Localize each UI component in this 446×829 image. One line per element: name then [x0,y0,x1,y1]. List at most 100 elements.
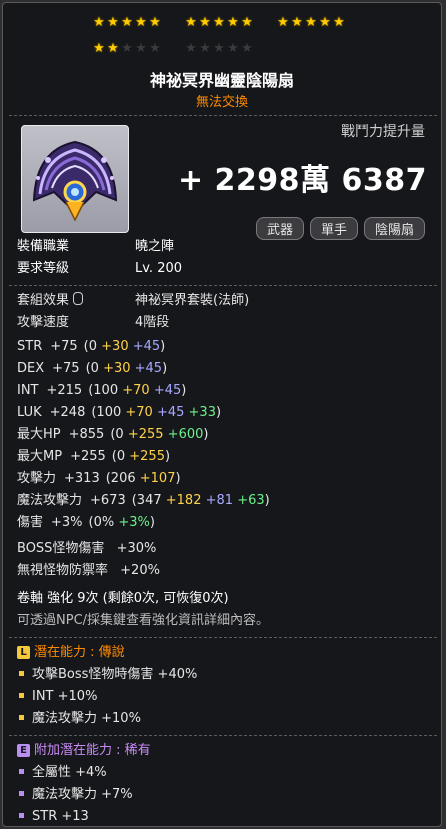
item-name: 神祕冥界幽靈陰陽扇 [149,71,294,90]
ignore-def-row: 無視怪物防禦率 +20% [17,561,160,581]
stat-flame-bonus: +81 [201,493,234,508]
stat-label: 魔法攻擊力 [17,493,83,508]
ghost-fan-icon [32,140,118,222]
stat-close: ) [203,427,209,442]
star-icon: ★ [121,15,133,30]
req-job-value: 曉之陣 [135,239,175,254]
stat-label: 攻擊力 [17,471,57,486]
stat-star-bonus: +30 [103,361,131,376]
stat-close: ) [181,383,187,398]
stat-scroll-bonus: +3% [118,515,150,530]
stat-star-bonus: +70 [125,405,153,420]
divider [9,637,437,639]
stat-base: (206 [105,471,140,486]
stat-label: 傷害 [17,515,44,530]
stat-row: LUK +248 (100 +70 +45 +33) [17,403,221,423]
tag-weapon: 武器 [255,217,304,240]
stat-base: (0 [110,427,128,442]
scroll-upgrade-row: 卷軸 強化 9次 (剩餘0次, 可恢復0次) [17,591,229,606]
stat-star-bonus: +107 [139,471,176,486]
stat-label: 最大HP [17,427,61,442]
item-tooltip: ★ ★ ★ ★ ★ ★ ★ ★ ★ ★ ★ ★ ★ ★ ★ ★ ★ ★ ★ ★ ★ ★ ★ ★ ★ 神祕冥界幽靈陰陽扇 … [2,2,442,827]
star-icon: ★ [185,15,197,30]
item-tags: 武器 單手 陰陽扇 [250,217,425,240]
potential-line-text: 全屬性 +4% [32,765,107,780]
star-icon: ★ [241,15,253,30]
star-force-row-2: ★ ★ ★ ★ ★ ★ ★ ★ ★ ★ [3,37,441,56]
stat-star-bonus: +30 [101,339,129,354]
stat-star-bonus: +255 [127,427,164,442]
bullet-icon [19,693,24,698]
stat-total: +75 [50,339,78,354]
potential-line: INT +10% [17,687,97,707]
potential-line-text: 魔法攻擊力 +7% [32,787,133,802]
rare-badge-icon: E [17,744,30,757]
stat-star-bonus: +182 [165,493,202,508]
potential-header: L 潛在能力 : 傳說 [17,643,125,663]
stat-close: ) [215,405,222,420]
item-icon-frame [21,125,129,233]
stat-base: (0 [85,361,104,376]
stat-row: INT +215 (100 +70 +45) [17,381,186,401]
potential-line: 魔法攻擊力 +7% [17,785,133,805]
stat-flame-bonus: +45 [128,339,161,354]
stat-base: (100 [88,383,123,398]
stat-row: 魔法攻擊力 +673 (347 +182 +81 +63) [17,491,270,511]
tag-one-handed: 單手 [309,217,358,240]
star-group: ★ ★ ★ ★ ★ [185,11,255,30]
stat-close: ) [160,339,166,354]
boss-damage-label: BOSS怪物傷害 [17,541,105,556]
star-icon: ★ [319,15,331,30]
bullet-icon [19,813,24,818]
potential-line: 魔法攻擊力 +10% [17,709,141,729]
req-level-row: 要求等級 Lv. 200 [17,259,182,279]
potential-line: 全屬性 +4% [17,763,107,783]
stat-total: +215 [46,383,83,398]
stat-row: 最大MP +255 (0 +255) [17,447,170,467]
attack-speed-value: 4階段 [135,315,170,330]
combat-power-label: 戰鬥力提升量 [341,124,425,140]
tag-fan: 陰陽扇 [363,217,425,240]
stat-total: +855 [68,427,105,442]
mouse-icon [73,292,84,305]
stat-total: +313 [64,471,100,486]
stat-base: (347 [131,493,166,508]
star-icon: ★ [199,41,211,56]
star-icon: ★ [213,15,225,30]
stat-label: STR [17,339,43,354]
potential-line: 攻擊Boss怪物時傷害 +40% [17,665,197,685]
star-force-row-1: ★ ★ ★ ★ ★ ★ ★ ★ ★ ★ ★ ★ ★ ★ ★ [3,11,441,30]
divider [9,285,437,287]
set-effect-value: 神祕冥界套裝(法師) [135,293,250,308]
star-icon: ★ [213,41,225,56]
stat-label: INT [17,383,39,398]
star-icon: ★ [227,15,239,30]
star-icon: ★ [241,41,253,56]
stat-total: +3% [51,515,83,530]
req-job-row: 裝備職業 曉之陣 [17,237,174,257]
stat-flame-bonus: +45 [149,383,182,398]
star-group: ★ ★ ★ ★ ★ [277,11,347,30]
stat-star-bonus: +255 [129,449,165,464]
boss-damage-value: +30% [116,541,157,556]
additional-potential-title: 附加潛在能力 : 稀有 [34,743,151,758]
potential-line-text: 攻擊Boss怪物時傷害 +40% [32,667,198,682]
trade-status: 無法交換 [195,95,248,110]
set-effect-label: 套組效果 [17,293,70,308]
stat-base: (0% [88,515,119,530]
req-level-value: Lv. 200 [135,261,183,276]
star-icon: ★ [135,41,147,56]
stat-flame-bonus: +45 [130,361,163,376]
stat-row: DEX +75 (0 +30 +45) [17,359,167,379]
stat-base: (100 [91,405,126,420]
req-job-label: 裝備職業 [17,239,70,254]
stat-row: 攻擊力 +313 (206 +107) [17,469,181,489]
potential-line-text: 魔法攻擊力 +10% [32,711,141,726]
star-icon: ★ [305,15,317,30]
star-icon: ★ [149,41,161,56]
legendary-badge-icon: L [17,646,30,659]
stat-total: +673 [90,493,126,508]
stat-scroll-bonus: +600 [163,427,204,442]
combat-power-value: + 2298萬 6387 [177,163,427,198]
stat-flame-bonus: +45 [152,405,185,420]
